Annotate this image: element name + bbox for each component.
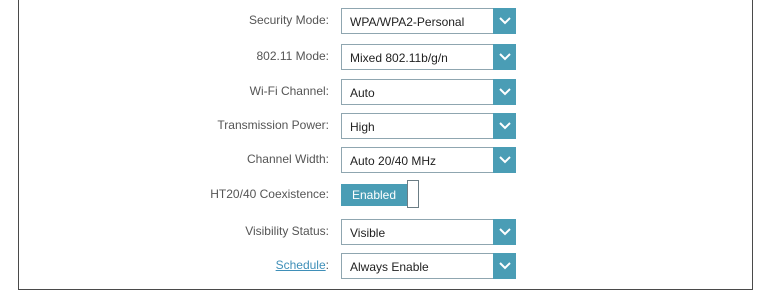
chevron-down-icon[interactable]	[493, 44, 516, 70]
channel-width-label: Channel Width:	[246, 152, 329, 166]
chevron-down-icon[interactable]	[493, 113, 516, 139]
transmission-power-value: High	[350, 120, 375, 134]
visibility-status-row: Visibility Status: Visible	[19, 219, 752, 245]
wifi-channel-label: Wi-Fi Channel:	[249, 84, 329, 98]
wifi-channel-value: Auto	[350, 86, 375, 100]
visibility-status-select[interactable]: Visible	[341, 219, 516, 245]
security-mode-row: Security Mode: WPA/WPA2-Personal	[19, 8, 752, 34]
ht-coexistence-row: HT20/40 Coexistence: Enabled	[19, 180, 752, 210]
channel-width-value: Auto 20/40 MHz	[350, 154, 437, 168]
channel-width-select[interactable]: Auto 20/40 MHz	[341, 147, 516, 173]
ht-coexistence-label: HT20/40 Coexistence:	[210, 187, 329, 201]
chevron-down-icon[interactable]	[493, 147, 516, 173]
mode-80211-row: 802.11 Mode: Mixed 802.11b/g/n	[19, 44, 752, 70]
schedule-select[interactable]: Always Enable	[341, 253, 516, 279]
transmission-power-row: Transmission Power: High	[19, 113, 752, 139]
chevron-down-icon[interactable]	[493, 79, 516, 105]
mode-80211-value: Mixed 802.11b/g/n	[350, 51, 448, 65]
schedule-label-colon: :	[325, 258, 329, 272]
visibility-status-value: Visible	[350, 226, 386, 240]
visibility-status-label: Visibility Status:	[245, 224, 329, 238]
wireless-settings-panel: Security Mode: WPA/WPA2-Personal 802.11 …	[18, 0, 753, 290]
security-mode-select[interactable]: WPA/WPA2-Personal	[341, 8, 516, 34]
wifi-channel-select[interactable]: Auto	[341, 79, 516, 105]
schedule-label: Schedule:	[276, 258, 329, 272]
toggle-state-text: Enabled	[341, 184, 407, 206]
mode-80211-select[interactable]: Mixed 802.11b/g/n	[341, 44, 516, 70]
chevron-down-icon[interactable]	[493, 253, 516, 279]
schedule-row: Schedule: Always Enable	[19, 253, 752, 279]
wifi-channel-row: Wi-Fi Channel: Auto	[19, 79, 752, 105]
schedule-value: Always Enable	[350, 260, 429, 274]
chevron-down-icon[interactable]	[493, 219, 516, 245]
security-mode-value: WPA/WPA2-Personal	[350, 15, 465, 29]
transmission-power-label: Transmission Power:	[217, 118, 329, 132]
ht-coexistence-toggle[interactable]: Enabled	[341, 180, 421, 210]
chevron-down-icon[interactable]	[493, 8, 516, 34]
mode-80211-label: 802.11 Mode:	[256, 49, 330, 63]
security-mode-label: Security Mode:	[248, 13, 329, 27]
transmission-power-select[interactable]: High	[341, 113, 516, 139]
schedule-link[interactable]: Schedule	[276, 258, 326, 272]
toggle-knob[interactable]	[407, 180, 419, 208]
channel-width-row: Channel Width: Auto 20/40 MHz	[19, 147, 752, 173]
